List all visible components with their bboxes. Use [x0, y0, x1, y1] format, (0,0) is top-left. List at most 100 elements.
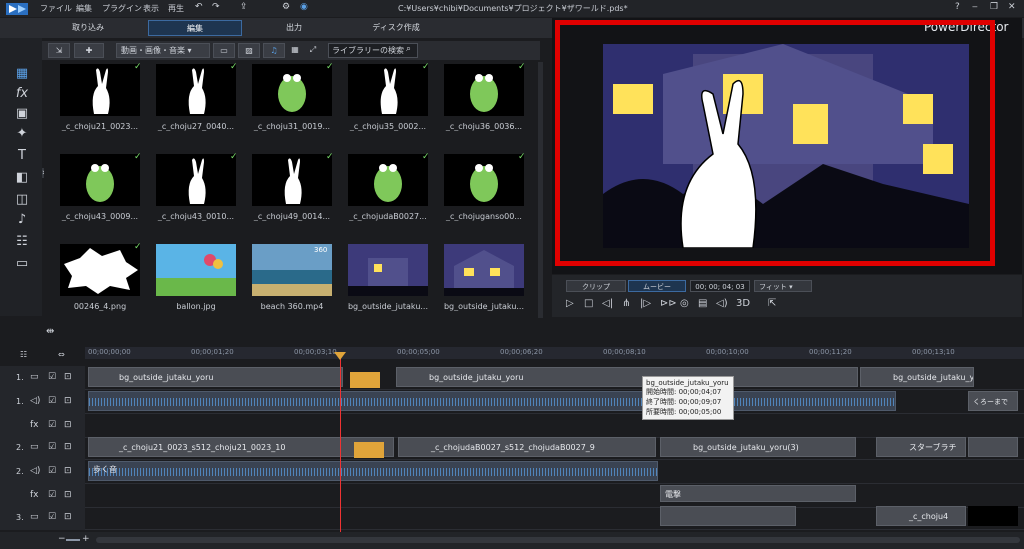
- snapshot-icon[interactable]: ◎: [680, 298, 689, 309]
- timeline-fit-icon[interactable]: ⇔: [58, 350, 65, 359]
- menu-plugin[interactable]: プラグイン: [102, 3, 142, 14]
- clip-audio-2[interactable]: 歩く音: [88, 461, 658, 481]
- media-room-icon[interactable]: ▦: [14, 66, 30, 82]
- stop-icon[interactable]: □: [584, 298, 593, 309]
- fx-room-icon[interactable]: fx: [14, 86, 30, 102]
- clip-track3-a[interactable]: [660, 506, 796, 526]
- filter-image-button[interactable]: ▨: [238, 43, 260, 58]
- clip-track3-c[interactable]: [968, 506, 1018, 526]
- library-thumbnail[interactable]: [444, 64, 524, 116]
- clip-track3-b[interactable]: _c_choju4: [876, 506, 966, 526]
- library-thumbnail[interactable]: [156, 154, 236, 206]
- library-scrollbar[interactable]: [538, 62, 543, 318]
- next-frame-icon[interactable]: |▷: [640, 298, 651, 309]
- track-enable-checkbox[interactable]: ☑: [48, 396, 56, 406]
- library-thumbnail[interactable]: [348, 244, 428, 296]
- clip-audio-1[interactable]: [88, 391, 896, 411]
- library-thumbnail[interactable]: [156, 244, 236, 296]
- particle-room-icon[interactable]: ✦: [14, 126, 30, 142]
- lock-icon[interactable]: ⊡: [64, 372, 72, 382]
- clip-choju21[interactable]: _c_choju21_0023_s512_choju21_0023_10: [88, 437, 394, 457]
- undock-icon[interactable]: ⇱: [768, 298, 776, 309]
- library-thumbnail[interactable]: [252, 154, 332, 206]
- search-icon[interactable]: ⌕: [406, 44, 411, 54]
- lock-icon[interactable]: ⊡: [64, 420, 72, 430]
- tab-disc[interactable]: ディスク作成: [366, 20, 426, 36]
- track-enable-checkbox[interactable]: ☑: [48, 490, 56, 500]
- library-search-field[interactable]: ライブラリーの検索: [328, 43, 418, 58]
- share-icon[interactable]: ⇪: [240, 2, 248, 12]
- clip-chojudab[interactable]: _c_chojudaB0027_s512_chojudaB0027_9: [398, 437, 656, 457]
- help-icon[interactable]: ?: [955, 2, 960, 12]
- transition-2-icon[interactable]: [354, 442, 384, 458]
- lock-icon[interactable]: ⊡: [64, 396, 72, 406]
- restore-icon[interactable]: ❐: [990, 2, 998, 12]
- plugins-button[interactable]: ✚: [74, 43, 104, 58]
- track-enable-checkbox[interactable]: ☑: [48, 466, 56, 476]
- filter-video-button[interactable]: ▭: [213, 43, 235, 58]
- tab-edit[interactable]: 編集: [148, 20, 242, 36]
- undo-icon[interactable]: ↶: [195, 2, 203, 12]
- voice-record-icon[interactable]: ♪: [14, 212, 30, 228]
- mode-3d-button[interactable]: 3D: [736, 298, 750, 309]
- import-media-button[interactable]: ⇲: [48, 43, 70, 58]
- library-thumbnail[interactable]: [60, 154, 140, 206]
- library-thumbnail[interactable]: [348, 154, 428, 206]
- library-thumbnail[interactable]: [252, 64, 332, 116]
- track-enable-checkbox[interactable]: ☑: [48, 512, 56, 522]
- clip-bg-3[interactable]: bg_outside_jutaku_yoru: [860, 367, 974, 387]
- library-thumbnail[interactable]: [60, 244, 140, 296]
- library-thumbnail[interactable]: [348, 64, 428, 116]
- zoom-in-icon[interactable]: +: [82, 534, 90, 544]
- redo-icon[interactable]: ↷: [212, 2, 220, 12]
- library-thumbnail[interactable]: [156, 64, 236, 116]
- account-icon[interactable]: ◉: [300, 2, 308, 12]
- clip-mode-button[interactable]: クリップ: [566, 280, 626, 292]
- subtitle-room-icon[interactable]: ▭: [14, 256, 30, 272]
- menu-edit[interactable]: 編集: [76, 3, 92, 14]
- close-icon[interactable]: ✕: [1008, 2, 1016, 12]
- movie-mode-button[interactable]: ムービー: [628, 280, 686, 292]
- lock-icon[interactable]: ⊡: [64, 512, 72, 522]
- chapter-room-icon[interactable]: ☷: [14, 234, 30, 250]
- clip-star[interactable]: スターブラチ: [876, 437, 966, 457]
- track-enable-checkbox[interactable]: ☑: [48, 442, 56, 452]
- clip-fx-2[interactable]: 電撃: [660, 485, 856, 502]
- play-icon[interactable]: ▷: [566, 298, 574, 309]
- menu-view[interactable]: 表示: [143, 3, 159, 14]
- clip-chroma[interactable]: くろーまで: [968, 391, 1018, 411]
- settings-icon[interactable]: ⚙: [282, 2, 290, 12]
- subtitle-icon[interactable]: ▤: [698, 298, 707, 309]
- split-icon[interactable]: ⋔: [622, 298, 630, 309]
- view-grid-button[interactable]: ▦: [288, 43, 302, 58]
- volume-icon[interactable]: ◁): [716, 298, 728, 309]
- snap-icon[interactable]: ⇹: [46, 326, 54, 337]
- pip-room-icon[interactable]: ▣: [14, 106, 30, 122]
- prev-frame-icon[interactable]: ◁|: [602, 298, 613, 309]
- transition-icon[interactable]: [350, 372, 380, 388]
- timeline-scrollbar[interactable]: [96, 537, 1020, 543]
- timecode-display[interactable]: 00; 00; 04; 03: [690, 280, 750, 292]
- clip-bg-2[interactable]: bg_outside_jutaku_yoru: [396, 367, 858, 387]
- lock-icon[interactable]: ⊡: [64, 466, 72, 476]
- library-thumbnail[interactable]: [444, 244, 524, 296]
- zoom-out-icon[interactable]: −: [58, 534, 66, 544]
- tab-output[interactable]: 出力: [268, 20, 320, 36]
- clip-bg-4[interactable]: bg_outside_jutaku_yoru(3): [660, 437, 856, 457]
- track-enable-checkbox[interactable]: ☑: [48, 372, 56, 382]
- zoom-slider[interactable]: [66, 539, 80, 541]
- lock-icon[interactable]: ⊡: [64, 490, 72, 500]
- media-filter-dropdown[interactable]: 動画・画像・音楽 ▾: [116, 43, 210, 58]
- clip-burst[interactable]: [968, 437, 1018, 457]
- fast-forward-icon[interactable]: ⊳⊳: [660, 298, 677, 309]
- menu-play[interactable]: 再生: [168, 3, 184, 14]
- minimize-icon[interactable]: ‒: [972, 2, 978, 12]
- tab-import[interactable]: 取り込み: [60, 20, 116, 36]
- view-expand-button[interactable]: ⤢: [306, 43, 320, 58]
- menu-file[interactable]: ファイル: [40, 3, 72, 14]
- playhead[interactable]: [340, 352, 341, 537]
- track-enable-checkbox[interactable]: ☑: [48, 420, 56, 430]
- library-thumbnail[interactable]: [60, 64, 140, 116]
- title-room-icon[interactable]: T: [14, 148, 30, 164]
- clip-bg-1[interactable]: bg_outside_jutaku_yoru: [88, 367, 343, 387]
